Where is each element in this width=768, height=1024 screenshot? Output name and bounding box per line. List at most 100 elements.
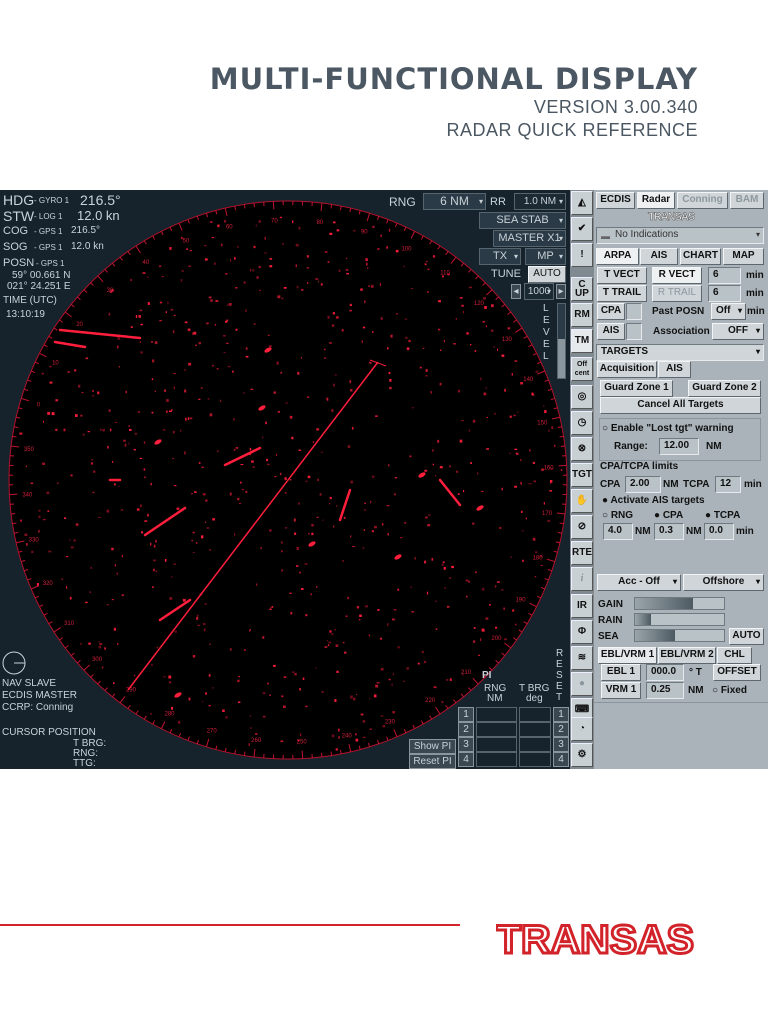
true-motion-button[interactable]: TM [571, 329, 593, 353]
association-dropdown[interactable]: OFF [712, 323, 764, 340]
pi-reset-button[interactable]: 3 [553, 737, 569, 752]
lost-range-input[interactable]: 12.00 [659, 438, 699, 455]
cpa-indicator [626, 303, 642, 320]
tab-bam[interactable]: BAM [730, 192, 764, 209]
tx-dropdown[interactable]: TX [479, 248, 521, 265]
layers-button[interactable]: ≋ [571, 646, 593, 670]
range-dropdown[interactable]: 6 NM [423, 193, 486, 210]
info-button[interactable]: i [571, 567, 593, 591]
ir-button[interactable]: IR [571, 594, 593, 618]
pi-reset-button[interactable]: 2 [553, 722, 569, 737]
target-icon-button[interactable]: ◎ [571, 385, 593, 409]
tune-value[interactable]: 1000 [524, 283, 554, 300]
tcpa-limit-input[interactable]: 12 [715, 476, 741, 493]
tcpa-radio[interactable]: ● TCPA [705, 510, 740, 521]
level-slider[interactable] [557, 303, 566, 379]
rng-radio[interactable]: ○ RNG [602, 510, 633, 521]
indications-dropdown[interactable]: No Indications ▬ [596, 227, 764, 244]
tab-ecdis[interactable]: ECDIS [596, 192, 635, 209]
tab-ebl-vrm-2[interactable]: EBL/VRM 2 [658, 647, 716, 664]
tab-chart[interactable]: CHART [680, 248, 721, 265]
t-trail-button[interactable]: T TRAIL [597, 285, 647, 302]
guard-zone-1-button[interactable]: Guard Zone 1 [600, 380, 673, 397]
targets-dropdown[interactable]: TARGETS [596, 344, 764, 361]
rain-slider[interactable] [634, 613, 725, 626]
sea-slider[interactable] [634, 629, 725, 642]
tab-conning[interactable]: Conning [677, 192, 728, 209]
tune-increase-button[interactable]: ▸ [556, 284, 566, 299]
sea-stab-dropdown[interactable]: SEA STAB [479, 212, 566, 229]
tune-auto-button[interactable]: AUTO [528, 266, 566, 283]
logo-text: TRANSAS [496, 918, 694, 958]
pi-reset-button[interactable]: 4 [553, 752, 569, 767]
activate-ais-radio[interactable]: ● Activate AIS targets [602, 495, 705, 506]
ais-cpa-input[interactable]: 0.3 [654, 523, 684, 540]
ais-tcpa-input[interactable]: 0.0 [704, 523, 734, 540]
tgt-button[interactable]: TGT [571, 463, 593, 487]
lost-tgt-radio[interactable]: ○ Enable "Lost tgt" warning [602, 423, 734, 434]
status-light-button[interactable]: ● [571, 672, 593, 696]
tab-ais[interactable]: AIS [640, 248, 678, 265]
show-pi-button[interactable]: Show PI [409, 739, 456, 754]
radar-echo [435, 600, 437, 602]
timer-button[interactable]: ◷ [571, 411, 593, 435]
vector-time-input[interactable]: 6 [708, 267, 741, 284]
sea-auto-button[interactable]: AUTO [729, 628, 764, 645]
offshore-dropdown[interactable]: Offshore [683, 574, 764, 591]
alert-button[interactable]: ! [571, 243, 593, 267]
r-trail-button[interactable]: R TRAIL [652, 285, 702, 302]
pi-line-button[interactable]: 2 [458, 722, 474, 737]
tab-ebl-vrm-1[interactable]: EBL/VRM 1 [598, 647, 657, 664]
pi-reset-button[interactable]: 1 [553, 707, 569, 722]
acknowledge-button[interactable]: ✔ [571, 217, 593, 241]
acc-dropdown[interactable]: Acc - Off [597, 574, 681, 591]
ebl-1-button[interactable]: EBL 1 [601, 664, 641, 681]
no-ais-button[interactable]: ⊘ [571, 515, 593, 539]
ebl-value-input[interactable]: 000.0 [646, 664, 684, 681]
pi-line-button[interactable]: 4 [458, 752, 474, 767]
speed-button[interactable]: ◔ [571, 717, 593, 741]
tab-arpa[interactable]: ARPA [596, 248, 639, 265]
route-button[interactable]: RTE [571, 541, 593, 565]
cpa-limit-input[interactable]: 2.00 [625, 476, 661, 493]
tab-radar[interactable]: Radar [637, 192, 675, 209]
offset-button[interactable]: OFFSET [713, 664, 761, 681]
master-dropdown[interactable]: MASTER X1 [493, 230, 566, 247]
settings-button[interactable]: ⚙ [571, 743, 593, 767]
alarm-speaker-button[interactable]: ◭ [571, 191, 593, 215]
mp-dropdown[interactable]: MP [525, 248, 566, 265]
vrm-1-button[interactable]: VRM 1 [601, 682, 641, 699]
cpa-radio[interactable]: ● CPA [654, 510, 683, 521]
tune-decrease-button[interactable]: ◂ [511, 284, 521, 299]
manual-button[interactable]: ✋ [571, 489, 593, 513]
course-up-button[interactable]: C UP [571, 277, 593, 301]
fixed-radio[interactable]: ○ Fixed [712, 685, 747, 696]
radar-echo [396, 313, 398, 315]
radar-echo [211, 687, 214, 689]
ais-button[interactable]: AIS [597, 323, 625, 340]
guard-button[interactable]: ⊗ [571, 437, 593, 461]
cancel-all-targets-button[interactable]: Cancel All Targets [600, 397, 761, 414]
guard-zone-2-button[interactable]: Guard Zone 2 [688, 380, 761, 397]
index-line-button[interactable]: Φ [571, 620, 593, 644]
tab-chl[interactable]: CHL [717, 647, 752, 664]
gain-slider[interactable] [634, 597, 725, 610]
ais-rng-input[interactable]: 4.0 [603, 523, 633, 540]
r-vect-button[interactable]: R VECT [652, 267, 702, 284]
reset-pi-button[interactable]: Reset PI [409, 754, 456, 769]
past-posn-dropdown[interactable]: Off [711, 303, 746, 320]
off-center-button[interactable]: Off cent [571, 357, 593, 381]
radar-echo [65, 555, 69, 558]
tab-acquisition[interactable]: Acquisition [597, 361, 657, 378]
trail-time-input[interactable]: 6 [708, 285, 741, 302]
t-vect-button[interactable]: T VECT [597, 267, 647, 284]
vrm-value-input[interactable]: 0.25 [646, 682, 684, 699]
radar-echo [189, 417, 193, 420]
pi-line-button[interactable]: 1 [458, 707, 474, 722]
radar-echo [427, 524, 431, 527]
pi-line-button[interactable]: 3 [458, 737, 474, 752]
cpa-button[interactable]: CPA [597, 303, 625, 320]
tab-acq-ais[interactable]: AIS [658, 361, 691, 378]
relative-motion-button[interactable]: RM [571, 303, 593, 327]
tab-map[interactable]: MAP [723, 248, 764, 265]
